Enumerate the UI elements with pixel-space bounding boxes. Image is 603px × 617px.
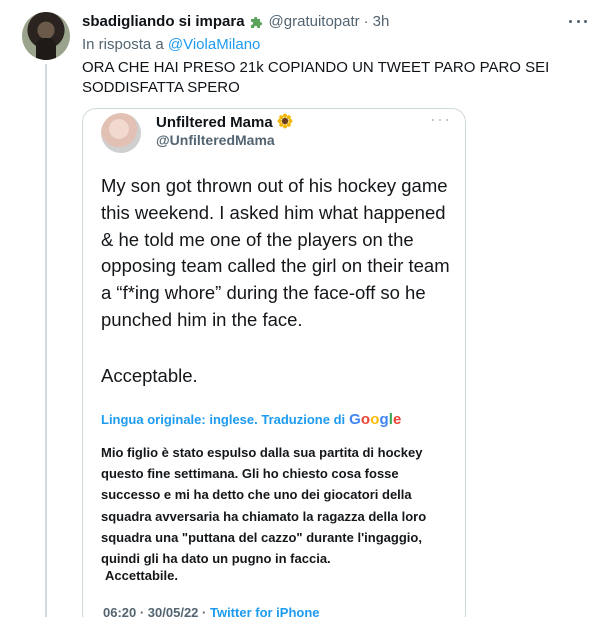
display-name[interactable]: sbadigliando si impara	[82, 13, 245, 30]
tweet-header: sbadigliando si impara @gratuitopatr · 3…	[82, 13, 389, 30]
sunflower-icon	[277, 113, 293, 129]
translated-body: Mio figlio è stato espulso dalla sua par…	[101, 445, 427, 567]
tweet-text: ORA CHE HAI PRESO 21k COPIANDO UN TWEET …	[82, 59, 550, 96]
puzzle-piece-icon	[250, 16, 262, 28]
quote-avatar	[101, 113, 141, 153]
tweet-time[interactable]: 3h	[373, 13, 390, 30]
reply-prefix: In risposta a	[82, 36, 164, 53]
more-options-icon[interactable]	[565, 12, 591, 30]
translation-attribution: Lingua originale: inglese. Traduzione di…	[101, 411, 401, 428]
user-handle[interactable]: @gratuitopatr	[269, 13, 360, 30]
quoted-tweet-image[interactable]: Unfiltered Mama @UnfilteredMama My son g…	[82, 108, 466, 617]
quote-display-name: Unfiltered Mama	[156, 113, 293, 131]
google-logo: Google	[349, 411, 402, 428]
thread-line	[45, 64, 47, 617]
quote-handle: @UnfilteredMama	[156, 132, 275, 148]
translated-acceptable: Accettabile.	[105, 568, 178, 583]
quote-footer: 06:20 · 30/05/22 · Twitter for iPhone	[103, 605, 320, 617]
avatar[interactable]	[22, 12, 70, 60]
reply-mention-link[interactable]: @ViolaMilano	[168, 36, 261, 53]
quote-footer-time: 06:20 · 30/05/22 ·	[103, 605, 207, 617]
quote-body: My son got thrown out of his hockey game…	[101, 175, 450, 330]
quote-footer-source: Twitter for iPhone	[209, 605, 320, 617]
reply-context: In risposta a @ViolaMilano	[82, 36, 260, 53]
quote-more-options-icon	[432, 117, 448, 123]
quote-display-name-text: Unfiltered Mama	[156, 114, 273, 131]
translation-label: Lingua originale: inglese. Traduzione di	[101, 412, 346, 427]
quote-acceptable: Acceptable.	[101, 365, 198, 386]
separator-dot: ·	[363, 13, 369, 30]
